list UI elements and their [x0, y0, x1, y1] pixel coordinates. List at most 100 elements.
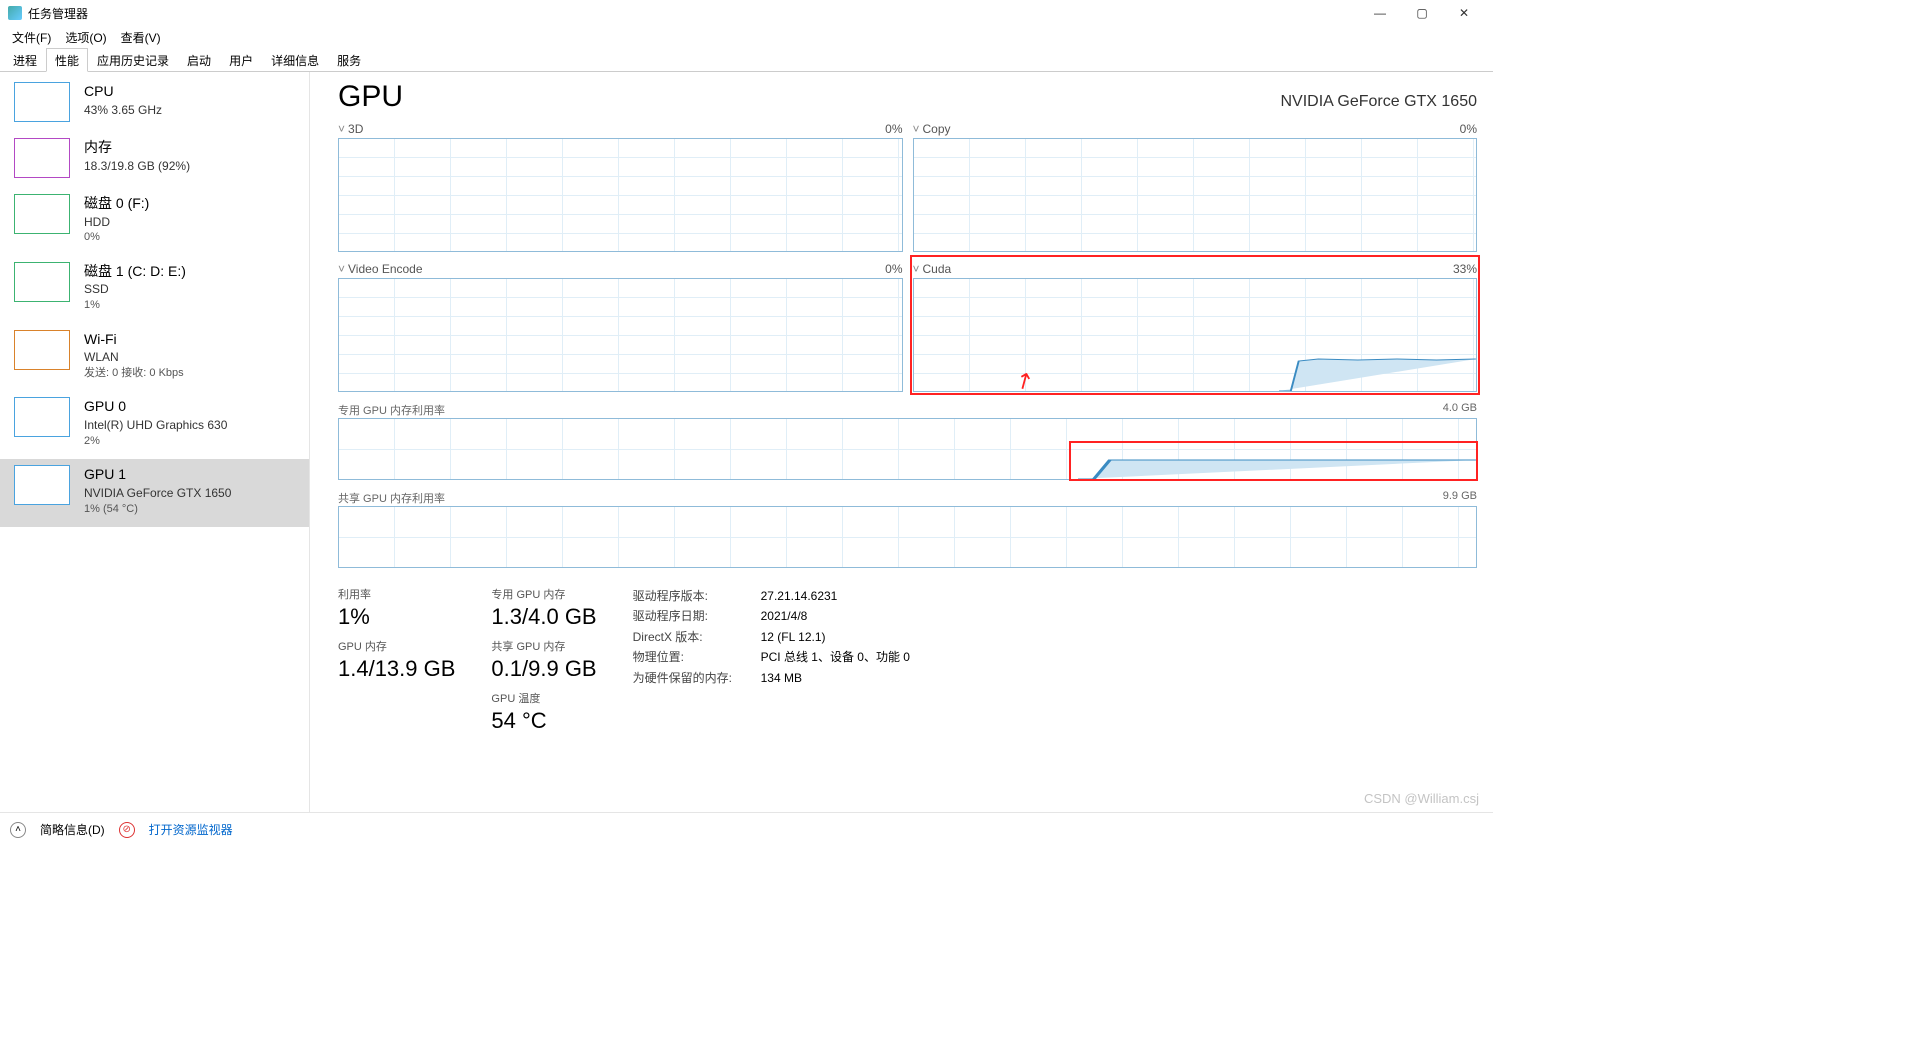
menu-file[interactable]: 文件(F) — [6, 27, 57, 48]
chart-label-copy: Copy — [923, 122, 951, 136]
chart-label-video-encode: Video Encode — [348, 262, 423, 276]
dedicated-value: 1.3/4.0 GB — [491, 604, 596, 630]
kv-value: 27.21.14.6231 — [761, 586, 838, 606]
shared-value: 0.1/9.9 GB — [491, 656, 596, 682]
tab-startup[interactable]: 启动 — [178, 48, 220, 71]
dedicated-mem-max: 4.0 GB — [1443, 402, 1477, 418]
minimize-button[interactable]: — — [1359, 1, 1401, 25]
kv-key: 物理位置: — [633, 647, 743, 667]
sidebar-item-title: Wi-Fi — [84, 330, 184, 350]
chart-dedicated-mem — [338, 418, 1477, 480]
dedicated-mem-label: 专用 GPU 内存利用率 — [338, 402, 445, 418]
thumb-icon — [14, 262, 70, 302]
sidebar-item-title: GPU 1 — [84, 465, 231, 485]
sidebar-item-gpu-0[interactable]: GPU 0 Intel(R) UHD Graphics 630 2% — [0, 391, 309, 459]
sidebar-item-sub1: 43% 3.65 GHz — [84, 102, 162, 119]
sidebar: CPU 43% 3.65 GHz 内存 18.3/19.8 GB (92%) 磁… — [0, 72, 310, 812]
chart-copy — [913, 138, 1478, 252]
driver-info: 驱动程序版本: 27.21.14.6231 驱动程序日期: 2021/4/8 Direc… — [633, 586, 910, 742]
window-title: 任务管理器 — [28, 5, 88, 22]
close-button[interactable]: ✕ — [1443, 1, 1485, 25]
kv-key: 为硬件保留的内存: — [633, 668, 743, 688]
sidebar-item-sub2: 2% — [84, 434, 227, 449]
maximize-button[interactable]: ▢ — [1401, 1, 1443, 25]
tabbar: 进程 性能 应用历史记录 启动 用户 详细信息 服务 — [0, 48, 1493, 72]
sidebar-item-sub2: 1% — [84, 298, 186, 313]
util-value: 1% — [338, 604, 455, 630]
chevron-down-icon[interactable]: ˅ — [913, 262, 920, 276]
chart-pct-cuda: 33% — [1453, 262, 1477, 276]
thumb-icon — [14, 138, 70, 178]
sidebar-item-cpu[interactable]: CPU 43% 3.65 GHz — [0, 76, 309, 132]
sidebar-item-title: 磁盘 1 (C: D: E:) — [84, 262, 186, 282]
kv-value: 134 MB — [761, 668, 802, 688]
brief-info-link[interactable]: 简略信息(D) — [40, 821, 105, 838]
sidebar-item-sub1: WLAN — [84, 349, 184, 366]
thumb-icon — [14, 194, 70, 234]
chart-pct-copy: 0% — [1460, 122, 1477, 136]
gpu-mem-value: 1.4/13.9 GB — [338, 656, 455, 682]
thumb-icon — [14, 82, 70, 122]
kv-value: 2021/4/8 — [761, 606, 808, 626]
sidebar-item-sub1: Intel(R) UHD Graphics 630 — [84, 417, 227, 434]
shared-label: 共享 GPU 内存 — [491, 638, 596, 654]
open-resmon-link[interactable]: 打开资源监视器 — [149, 821, 233, 838]
sidebar-item-sub2: 发送: 0 接收: 0 Kbps — [84, 366, 184, 381]
thumb-icon — [14, 397, 70, 437]
temp-value: 54 °C — [491, 708, 596, 734]
annotation-box — [1069, 441, 1478, 481]
app-icon — [8, 6, 22, 20]
chevron-down-icon[interactable]: ˅ — [913, 122, 920, 136]
tab-details[interactable]: 详细信息 — [262, 48, 328, 71]
tab-users[interactable]: 用户 — [220, 48, 262, 71]
sidebar-item-sub1: HDD — [84, 214, 149, 231]
menu-options[interactable]: 选项(O) — [59, 27, 112, 48]
sidebar-item-sub1: NVIDIA GeForce GTX 1650 — [84, 485, 231, 502]
chevron-down-icon[interactable]: ˅ — [338, 262, 345, 276]
chart-pct-video-encode: 0% — [885, 262, 902, 276]
sidebar-item-title: 磁盘 0 (F:) — [84, 194, 149, 214]
dedicated-label: 专用 GPU 内存 — [491, 586, 596, 602]
collapse-icon[interactable]: ˄ — [10, 822, 26, 838]
sidebar-item-wi-fi[interactable]: Wi-Fi WLAN 发送: 0 接收: 0 Kbps — [0, 324, 309, 392]
sidebar-item-sub1: 18.3/19.8 GB (92%) — [84, 158, 190, 175]
tab-performance[interactable]: 性能 — [46, 48, 88, 72]
sidebar-item--1-c-d-e-[interactable]: 磁盘 1 (C: D: E:) SSD 1% — [0, 256, 309, 324]
tab-app-history[interactable]: 应用历史记录 — [88, 48, 178, 71]
chevron-down-icon[interactable]: ˅ — [338, 122, 345, 136]
sidebar-item--0-f-[interactable]: 磁盘 0 (F:) HDD 0% — [0, 188, 309, 256]
main-panel: GPU NVIDIA GeForce GTX 1650 ˅3D0% ˅Copy0… — [310, 72, 1493, 812]
titlebar: 任务管理器 — ▢ ✕ — [0, 0, 1493, 26]
chart-video-encode — [338, 278, 903, 392]
kv-key: 驱动程序日期: — [633, 606, 743, 626]
temp-label: GPU 温度 — [491, 690, 596, 706]
kv-key: 驱动程序版本: — [633, 586, 743, 606]
device-name: NVIDIA GeForce GTX 1650 — [1280, 93, 1477, 111]
sidebar-item-title: CPU — [84, 82, 162, 102]
menu-view[interactable]: 查看(V) — [115, 27, 167, 48]
sidebar-item-sub2: 0% — [84, 230, 149, 245]
thumb-icon — [14, 330, 70, 370]
util-label: 利用率 — [338, 586, 455, 602]
page-title: GPU — [338, 80, 403, 114]
chart-3d — [338, 138, 903, 252]
thumb-icon — [14, 465, 70, 505]
sidebar-item-sub1: SSD — [84, 281, 186, 298]
chart-label-cuda: Cuda — [923, 262, 952, 276]
sidebar-item-title: GPU 0 — [84, 397, 227, 417]
sidebar-item-sub2: 1% (54 °C) — [84, 502, 231, 517]
footer: ˄ 简略信息(D) ⊘ 打开资源监视器 — [0, 812, 1493, 846]
tab-processes[interactable]: 进程 — [4, 48, 46, 71]
kv-value: PCI 总线 1、设备 0、功能 0 — [761, 647, 910, 667]
sidebar-item--[interactable]: 内存 18.3/19.8 GB (92%) — [0, 132, 309, 188]
gpu-mem-label: GPU 内存 — [338, 638, 455, 654]
watermark: CSDN @William.csj — [1364, 791, 1479, 806]
chart-cuda — [913, 278, 1478, 392]
kv-value: 12 (FL 12.1) — [761, 627, 826, 647]
kv-key: DirectX 版本: — [633, 627, 743, 647]
tab-services[interactable]: 服务 — [328, 48, 370, 71]
shared-mem-label: 共享 GPU 内存利用率 — [338, 490, 445, 506]
sidebar-item-gpu-1[interactable]: GPU 1 NVIDIA GeForce GTX 1650 1% (54 °C) — [0, 459, 309, 527]
chart-pct-3d: 0% — [885, 122, 902, 136]
resmon-icon[interactable]: ⊘ — [119, 822, 135, 838]
